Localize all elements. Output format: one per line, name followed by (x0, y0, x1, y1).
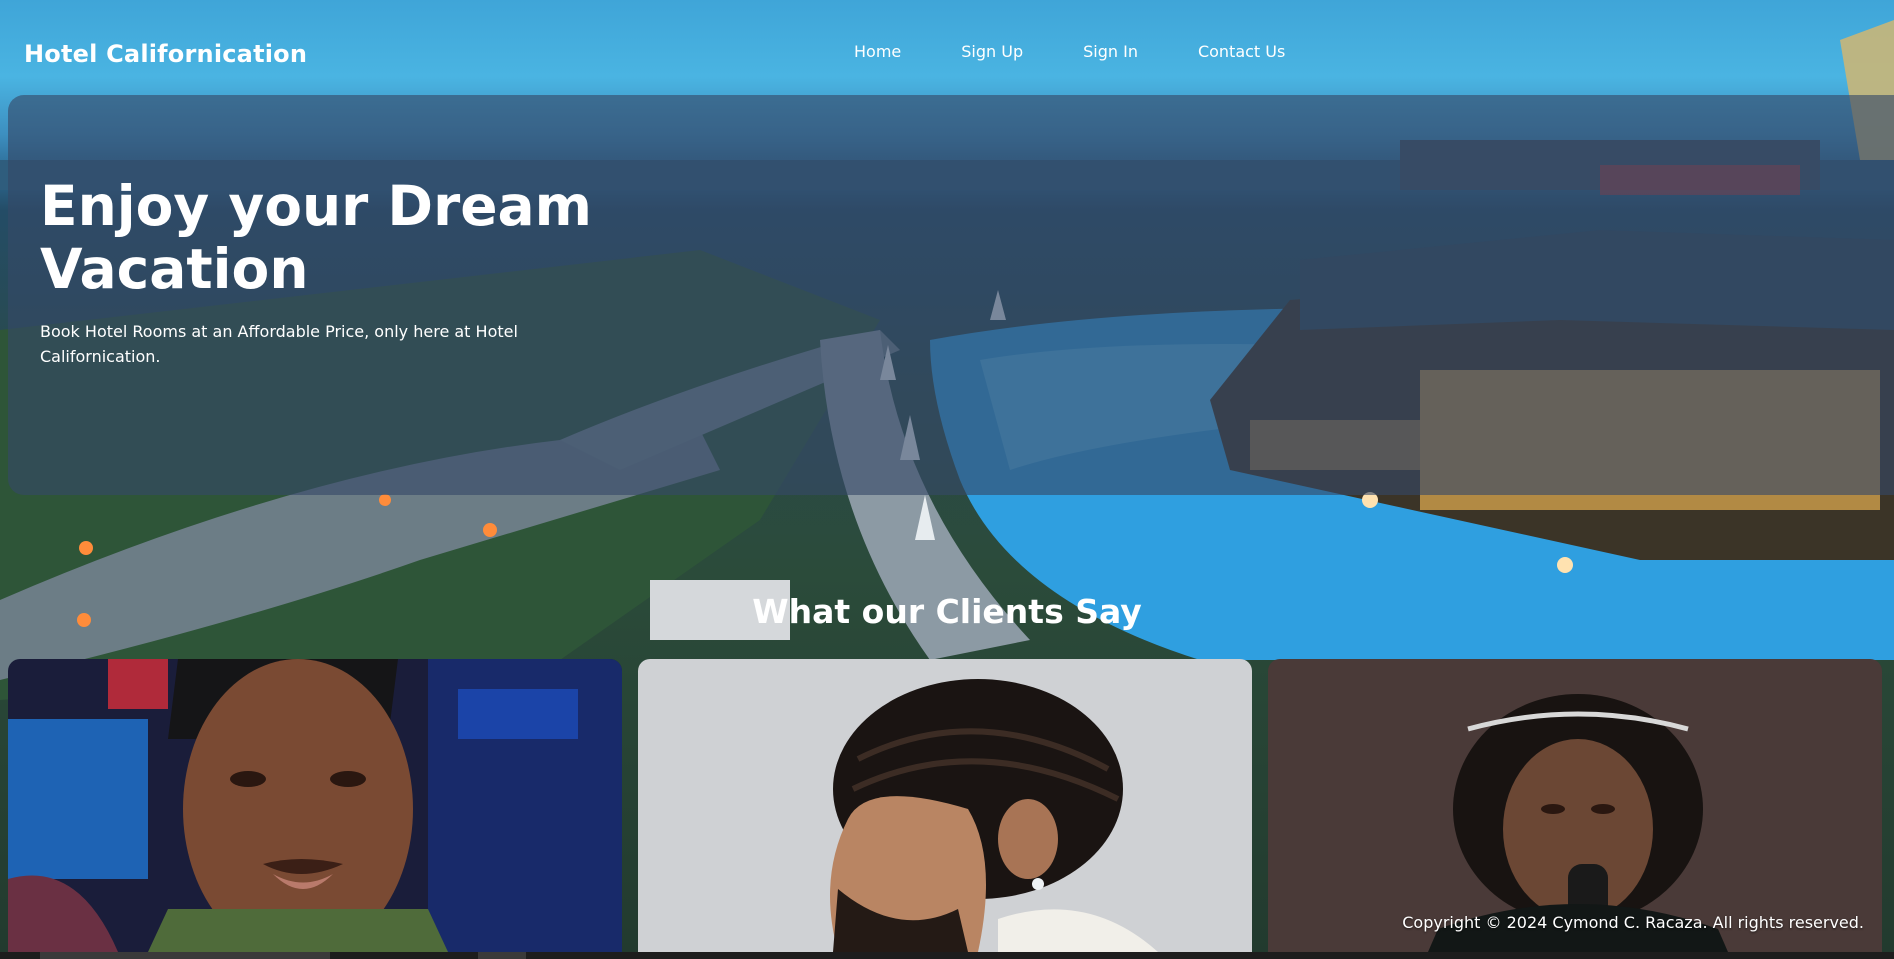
nav-link-contact-us[interactable]: Contact Us (1198, 42, 1285, 61)
nav-link-home[interactable]: Home (854, 42, 901, 61)
top-navbar: Hotel Californication Home Sign Up Sign … (0, 0, 1894, 95)
client-photo-card-3 (1268, 659, 1882, 952)
bottom-scrollbar[interactable] (0, 952, 1894, 959)
nav-link-sign-in[interactable]: Sign In (1083, 42, 1138, 61)
client-photo-card-2 (638, 659, 1252, 952)
scrollbar-segment (478, 952, 526, 959)
nav-links: Home Sign Up Sign In Contact Us (854, 42, 1285, 61)
hero-subtitle: Book Hotel Rooms at an Affordable Price,… (40, 322, 518, 366)
scrollbar-thumb[interactable] (40, 952, 330, 959)
nav-link-sign-up[interactable]: Sign Up (961, 42, 1023, 61)
brand-logo-text[interactable]: Hotel Californication (24, 40, 307, 68)
clients-heading: What our Clients Say (752, 592, 1142, 631)
client-photo-card-1 (8, 659, 622, 952)
hero-title: Enjoy your Dream Vacation (40, 174, 592, 301)
hero-panel: Enjoy your Dream Vacation Book Hotel Roo… (8, 95, 1894, 495)
copyright-text: Copyright © 2024 Cymond C. Racaza. All r… (1402, 913, 1864, 932)
